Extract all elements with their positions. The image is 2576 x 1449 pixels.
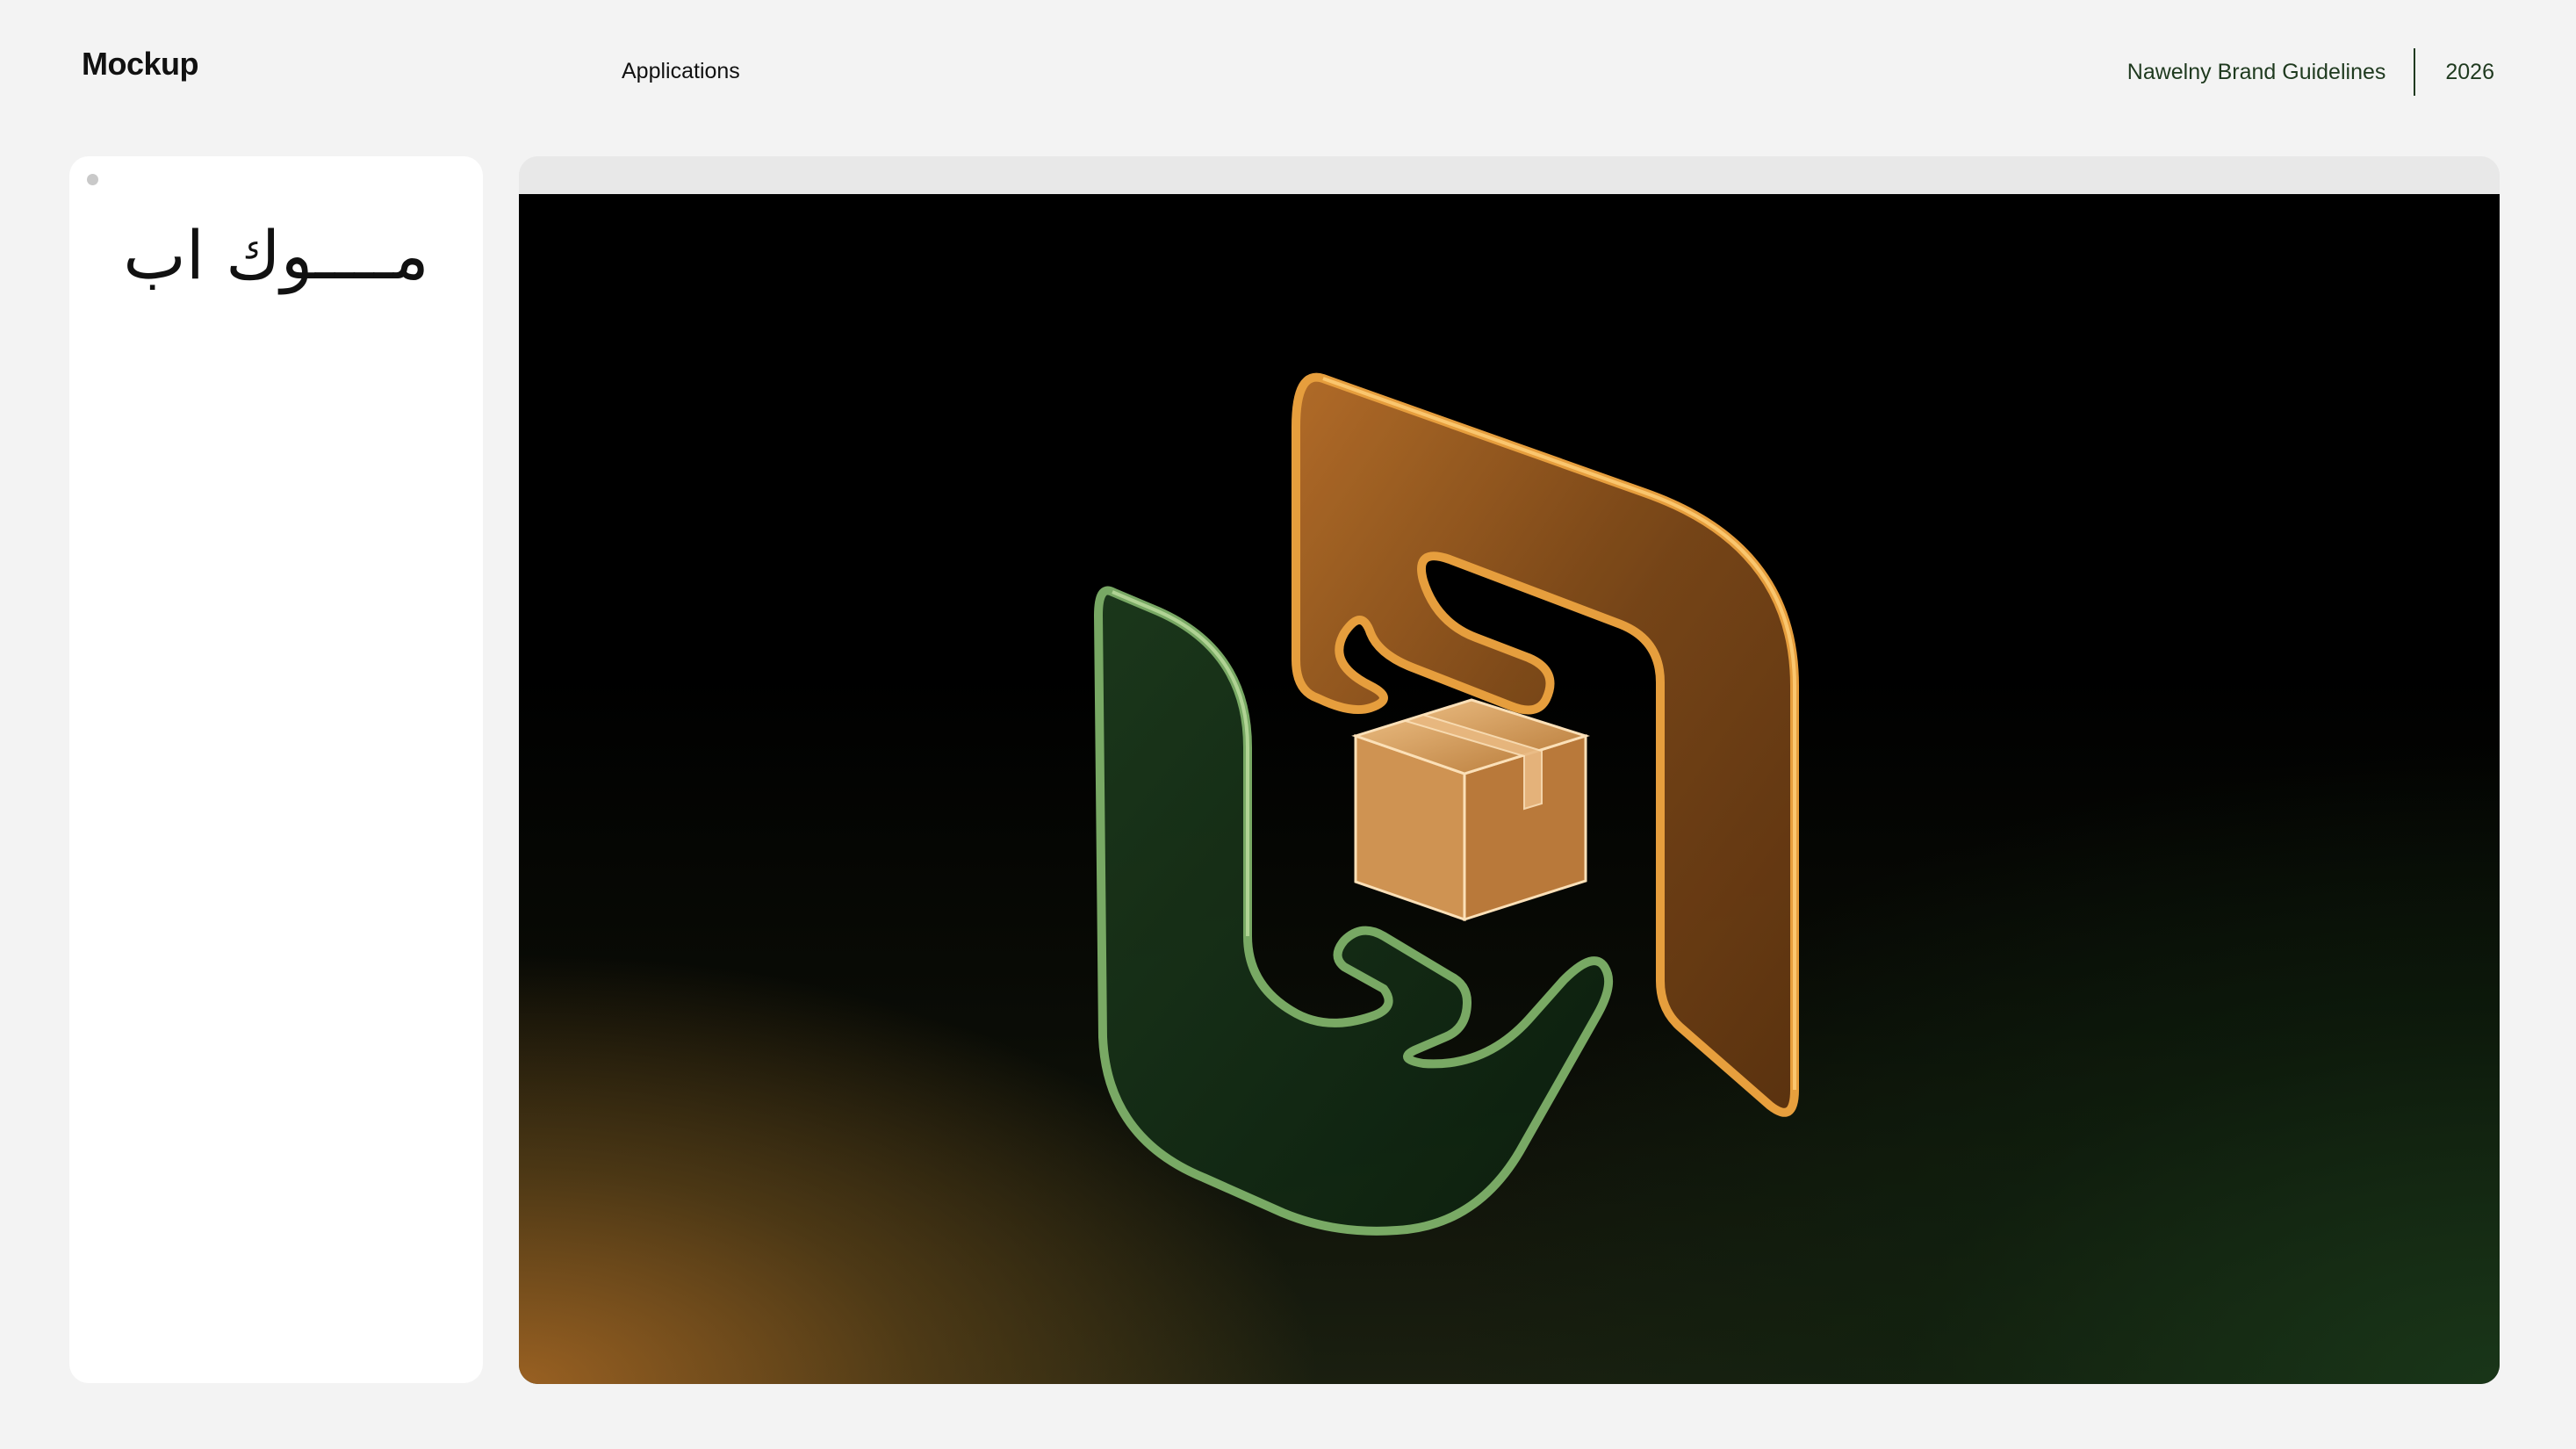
- mockup-artwork: [519, 194, 2500, 1384]
- header-divider: [2414, 48, 2416, 96]
- indicator-dot: [87, 174, 98, 185]
- brand-guidelines-label: Nawelny Brand Guidelines: [2126, 59, 2386, 84]
- nawelny-3d-glass-logo-icon: [1094, 372, 1799, 1236]
- page-title: Mockup: [82, 46, 199, 82]
- sidebar-heading: مــــوك اب: [123, 216, 429, 294]
- header-brand-info: Nawelny Brand Guidelines 2026: [2127, 47, 2494, 97]
- section-label: Applications: [622, 59, 740, 83]
- sidebar-card: مــــوك اب: [69, 156, 483, 1383]
- mockup-frame: [519, 156, 2500, 1384]
- year-label: 2026: [2445, 59, 2494, 84]
- browser-bar: [519, 156, 2500, 194]
- package-box-icon: [1351, 698, 1591, 922]
